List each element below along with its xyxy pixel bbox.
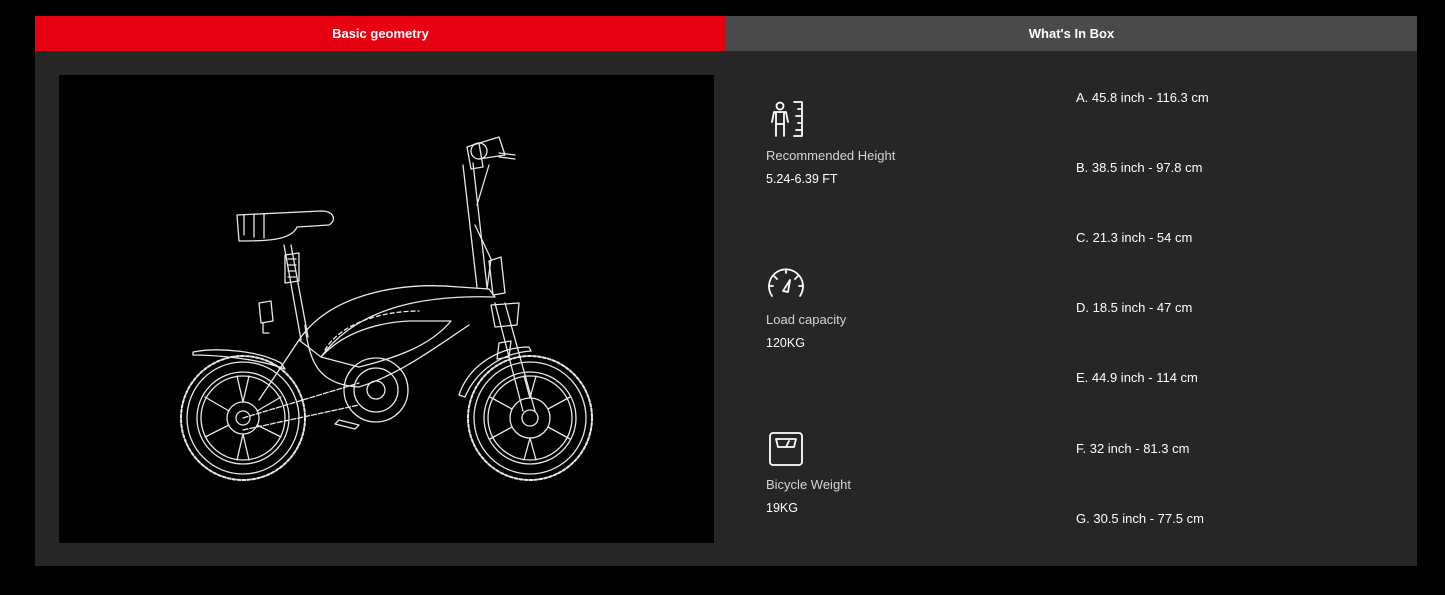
spec-recommended-height: Recommended Height 5.24-6.39 FT (766, 100, 1026, 186)
dimension-a: A. 45.8 inch - 116.3 cm (1076, 90, 1209, 105)
spec-value: 19KG (766, 501, 798, 515)
dimension-f: F. 32 inch - 81.3 cm (1076, 441, 1190, 456)
tab-basic-geometry[interactable]: Basic geometry (35, 16, 726, 51)
scale-icon (769, 432, 803, 466)
dimension-b: B. 38.5 inch - 97.8 cm (1076, 160, 1203, 175)
dimension-g: G. 30.5 inch - 77.5 cm (1076, 511, 1204, 526)
ebike-wireframe-drawing (180, 136, 593, 481)
spec-label: Recommended Height (766, 148, 896, 163)
spec-label: Load capacity (766, 312, 847, 327)
bike-image (59, 75, 714, 543)
front-fender (458, 346, 532, 398)
spec-value: 5.24-6.39 FT (766, 172, 838, 186)
seat (236, 210, 335, 242)
rear-fender (192, 349, 286, 370)
tab-bar: Basic geometry What's In Box (35, 16, 1417, 51)
spec-load-capacity: Load capacity 120KG (766, 264, 1026, 350)
dimension-e: E. 44.9 inch - 114 cm (1076, 370, 1198, 385)
speedometer-icon (768, 268, 804, 297)
tab-whats-in-box[interactable]: What's In Box (726, 16, 1417, 51)
geometry-panel: Basic geometry What's In Box Recommended… (35, 16, 1417, 566)
spec-value: 120KG (766, 336, 805, 350)
frame-lower-arch (304, 324, 470, 388)
front-wheel (467, 355, 593, 481)
spec-bicycle-weight: Bicycle Weight 19KG (766, 429, 1026, 515)
dimension-c: C. 21.3 inch - 54 cm (1076, 230, 1193, 245)
dimension-d: D. 18.5 inch - 47 cm (1076, 300, 1193, 315)
pedal (334, 419, 360, 430)
spec-label: Bicycle Weight (766, 477, 852, 492)
person-height-icon (771, 101, 803, 137)
